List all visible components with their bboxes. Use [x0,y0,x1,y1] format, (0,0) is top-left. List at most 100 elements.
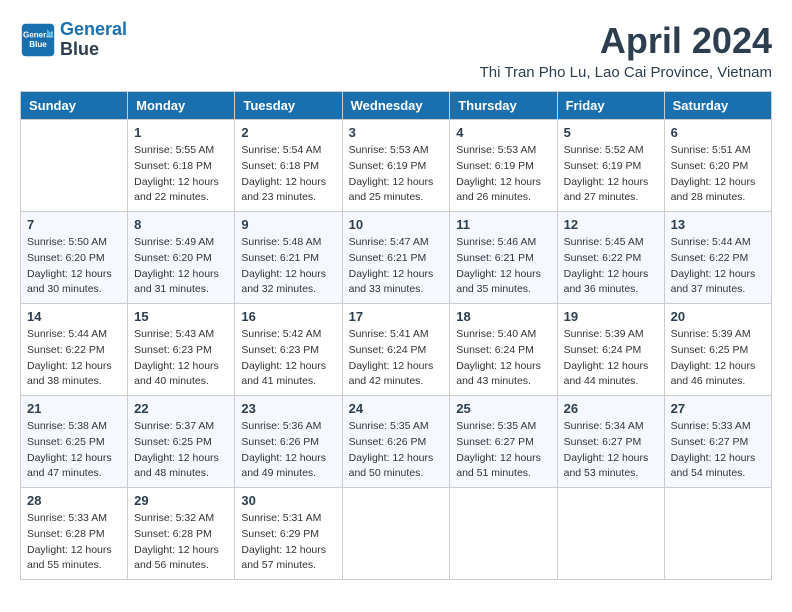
day-number: 27 [671,401,765,416]
calendar-cell: 15Sunrise: 5:43 AMSunset: 6:23 PMDayligh… [128,304,235,396]
day-info: Sunrise: 5:38 AMSunset: 6:25 PMDaylight:… [27,419,121,482]
svg-text:Blue: Blue [29,40,47,49]
calendar-cell [557,488,664,580]
day-info: Sunrise: 5:48 AMSunset: 6:21 PMDaylight:… [241,235,335,298]
calendar-cell: 7Sunrise: 5:50 AMSunset: 6:20 PMDaylight… [21,212,128,304]
calendar-cell: 22 Sunrise: 5:37 AMSunset: 6:25 PMDayligh… [128,396,235,488]
day-number: 28 [27,493,121,508]
calendar-cell: 8 Sunrise: 5:49 AMSunset: 6:20 PMDaylight… [128,212,235,304]
calendar-header-tuesday: Tuesday [235,92,342,120]
calendar-cell: 28 Sunrise: 5:33 AMSunset: 6:28 PMDayligh… [21,488,128,580]
calendar-cell: 10 Sunrise: 5:47 AMSunset: 6:21 PMDayligh… [342,212,450,304]
day-info: Sunrise: 5:36 AMSunset: 6:26 PMDaylight:… [241,419,335,482]
calendar-cell: 29 Sunrise: 5:32 AMSunset: 6:28 PMDayligh… [128,488,235,580]
calendar-header-sunday: Sunday [21,92,128,120]
day-info: Sunrise: 5:40 AMSunset: 6:24 PMDaylight:… [456,327,550,390]
day-info: Sunrise: 5:33 AMSunset: 6:28 PMDaylight:… [27,511,121,574]
day-info: Sunrise: 5:41 AMSunset: 6:24 PMDaylight:… [349,327,444,390]
day-number: 21 [27,401,121,416]
day-number: 13 [671,217,765,232]
calendar-cell: 24Sunrise: 5:35 AMSunset: 6:26 PMDayligh… [342,396,450,488]
calendar-cell: 14 Sunrise: 5:44 AMSunset: 6:22 PMDayligh… [21,304,128,396]
day-number: 16 [241,309,335,324]
day-number: 3 [349,125,444,140]
calendar-cell: 25Sunrise: 5:35 AMSunset: 6:27 PMDayligh… [450,396,557,488]
calendar-cell: 26 Sunrise: 5:34 AMSunset: 6:27 PMDayligh… [557,396,664,488]
day-number: 15 [134,309,228,324]
day-number: 23 [241,401,335,416]
calendar-cell: 18Sunrise: 5:40 AMSunset: 6:24 PMDayligh… [450,304,557,396]
day-info: Sunrise: 5:35 AMSunset: 6:26 PMDaylight:… [349,419,444,482]
day-info: Sunrise: 5:50 AMSunset: 6:20 PMDaylight:… [27,235,121,298]
day-info: Sunrise: 5:47 AMSunset: 6:21 PMDaylight:… [349,235,444,298]
calendar-header-friday: Friday [557,92,664,120]
logo-line2: Blue [60,40,127,60]
page-header: General Blue General Blue April 2024 Thi… [20,20,772,81]
calendar-cell [21,120,128,212]
calendar-cell: 4Sunrise: 5:53 AMSunset: 6:19 PMDaylight… [450,120,557,212]
day-info: Sunrise: 5:39 AMSunset: 6:25 PMDaylight:… [671,327,765,390]
day-info: Sunrise: 5:44 AMSunset: 6:22 PMDaylight:… [27,327,121,390]
title-block: April 2024 Thi Tran Pho Lu, Lao Cai Prov… [480,20,772,81]
calendar-week-2: 7Sunrise: 5:50 AMSunset: 6:20 PMDaylight… [21,212,772,304]
day-info: Sunrise: 5:31 AMSunset: 6:29 PMDaylight:… [241,511,335,574]
day-number: 5 [564,125,658,140]
day-info: Sunrise: 5:44 AMSunset: 6:22 PMDaylight:… [671,235,765,298]
calendar-header-row: SundayMondayTuesdayWednesdayThursdayFrid… [21,92,772,120]
day-info: Sunrise: 5:53 AMSunset: 6:19 PMDaylight:… [456,143,550,206]
day-info: Sunrise: 5:32 AMSunset: 6:28 PMDaylight:… [134,511,228,574]
day-info: Sunrise: 5:39 AMSunset: 6:24 PMDaylight:… [564,327,658,390]
day-number: 10 [349,217,444,232]
calendar-cell: 13 Sunrise: 5:44 AMSunset: 6:22 PMDayligh… [664,212,771,304]
day-number: 9 [241,217,335,232]
day-number: 14 [27,309,121,324]
day-number: 30 [241,493,335,508]
calendar-cell: 6 Sunrise: 5:51 AMSunset: 6:20 PMDaylight… [664,120,771,212]
calendar-cell [664,488,771,580]
day-number: 1 [134,125,228,140]
logo-icon: General Blue [20,22,56,58]
calendar-cell: 1 Sunrise: 5:55 AMSunset: 6:18 PMDaylight… [128,120,235,212]
calendar-cell [342,488,450,580]
day-info: Sunrise: 5:49 AMSunset: 6:20 PMDaylight:… [134,235,228,298]
calendar-cell: 27 Sunrise: 5:33 AMSunset: 6:27 PMDayligh… [664,396,771,488]
day-number: 20 [671,309,765,324]
calendar-cell: 17 Sunrise: 5:41 AMSunset: 6:24 PMDayligh… [342,304,450,396]
day-info: Sunrise: 5:35 AMSunset: 6:27 PMDaylight:… [456,419,550,482]
calendar-week-1: 1 Sunrise: 5:55 AMSunset: 6:18 PMDaylight… [21,120,772,212]
day-number: 8 [134,217,228,232]
day-info: Sunrise: 5:55 AMSunset: 6:18 PMDaylight:… [134,143,228,206]
calendar-cell [450,488,557,580]
calendar-week-5: 28 Sunrise: 5:33 AMSunset: 6:28 PMDayligh… [21,488,772,580]
day-number: 6 [671,125,765,140]
day-info: Sunrise: 5:45 AMSunset: 6:22 PMDaylight:… [564,235,658,298]
day-info: Sunrise: 5:42 AMSunset: 6:23 PMDaylight:… [241,327,335,390]
day-info: Sunrise: 5:33 AMSunset: 6:27 PMDaylight:… [671,419,765,482]
calendar-cell: 11Sunrise: 5:46 AMSunset: 6:21 PMDayligh… [450,212,557,304]
day-info: Sunrise: 5:37 AMSunset: 6:25 PMDaylight:… [134,419,228,482]
day-number: 19 [564,309,658,324]
day-info: Sunrise: 5:34 AMSunset: 6:27 PMDaylight:… [564,419,658,482]
calendar-week-4: 21 Sunrise: 5:38 AMSunset: 6:25 PMDayligh… [21,396,772,488]
calendar-header-monday: Monday [128,92,235,120]
day-number: 17 [349,309,444,324]
calendar-cell: 3Sunrise: 5:53 AMSunset: 6:19 PMDaylight… [342,120,450,212]
logo: General Blue General Blue [20,20,127,60]
calendar-week-3: 14 Sunrise: 5:44 AMSunset: 6:22 PMDayligh… [21,304,772,396]
day-number: 12 [564,217,658,232]
day-number: 26 [564,401,658,416]
location: Thi Tran Pho Lu, Lao Cai Province, Vietn… [480,64,772,81]
calendar-cell: 23 Sunrise: 5:36 AMSunset: 6:26 PMDayligh… [235,396,342,488]
calendar-header-thursday: Thursday [450,92,557,120]
day-number: 2 [241,125,335,140]
logo-text: General Blue [60,20,127,60]
day-number: 22 [134,401,228,416]
logo-line1: General [60,19,127,39]
day-info: Sunrise: 5:52 AMSunset: 6:19 PMDaylight:… [564,143,658,206]
day-info: Sunrise: 5:46 AMSunset: 6:21 PMDaylight:… [456,235,550,298]
calendar-cell: 2Sunrise: 5:54 AMSunset: 6:18 PMDaylight… [235,120,342,212]
day-info: Sunrise: 5:51 AMSunset: 6:20 PMDaylight:… [671,143,765,206]
calendar-cell: 30 Sunrise: 5:31 AMSunset: 6:29 PMDayligh… [235,488,342,580]
day-number: 29 [134,493,228,508]
calendar-cell: 20 Sunrise: 5:39 AMSunset: 6:25 PMDayligh… [664,304,771,396]
